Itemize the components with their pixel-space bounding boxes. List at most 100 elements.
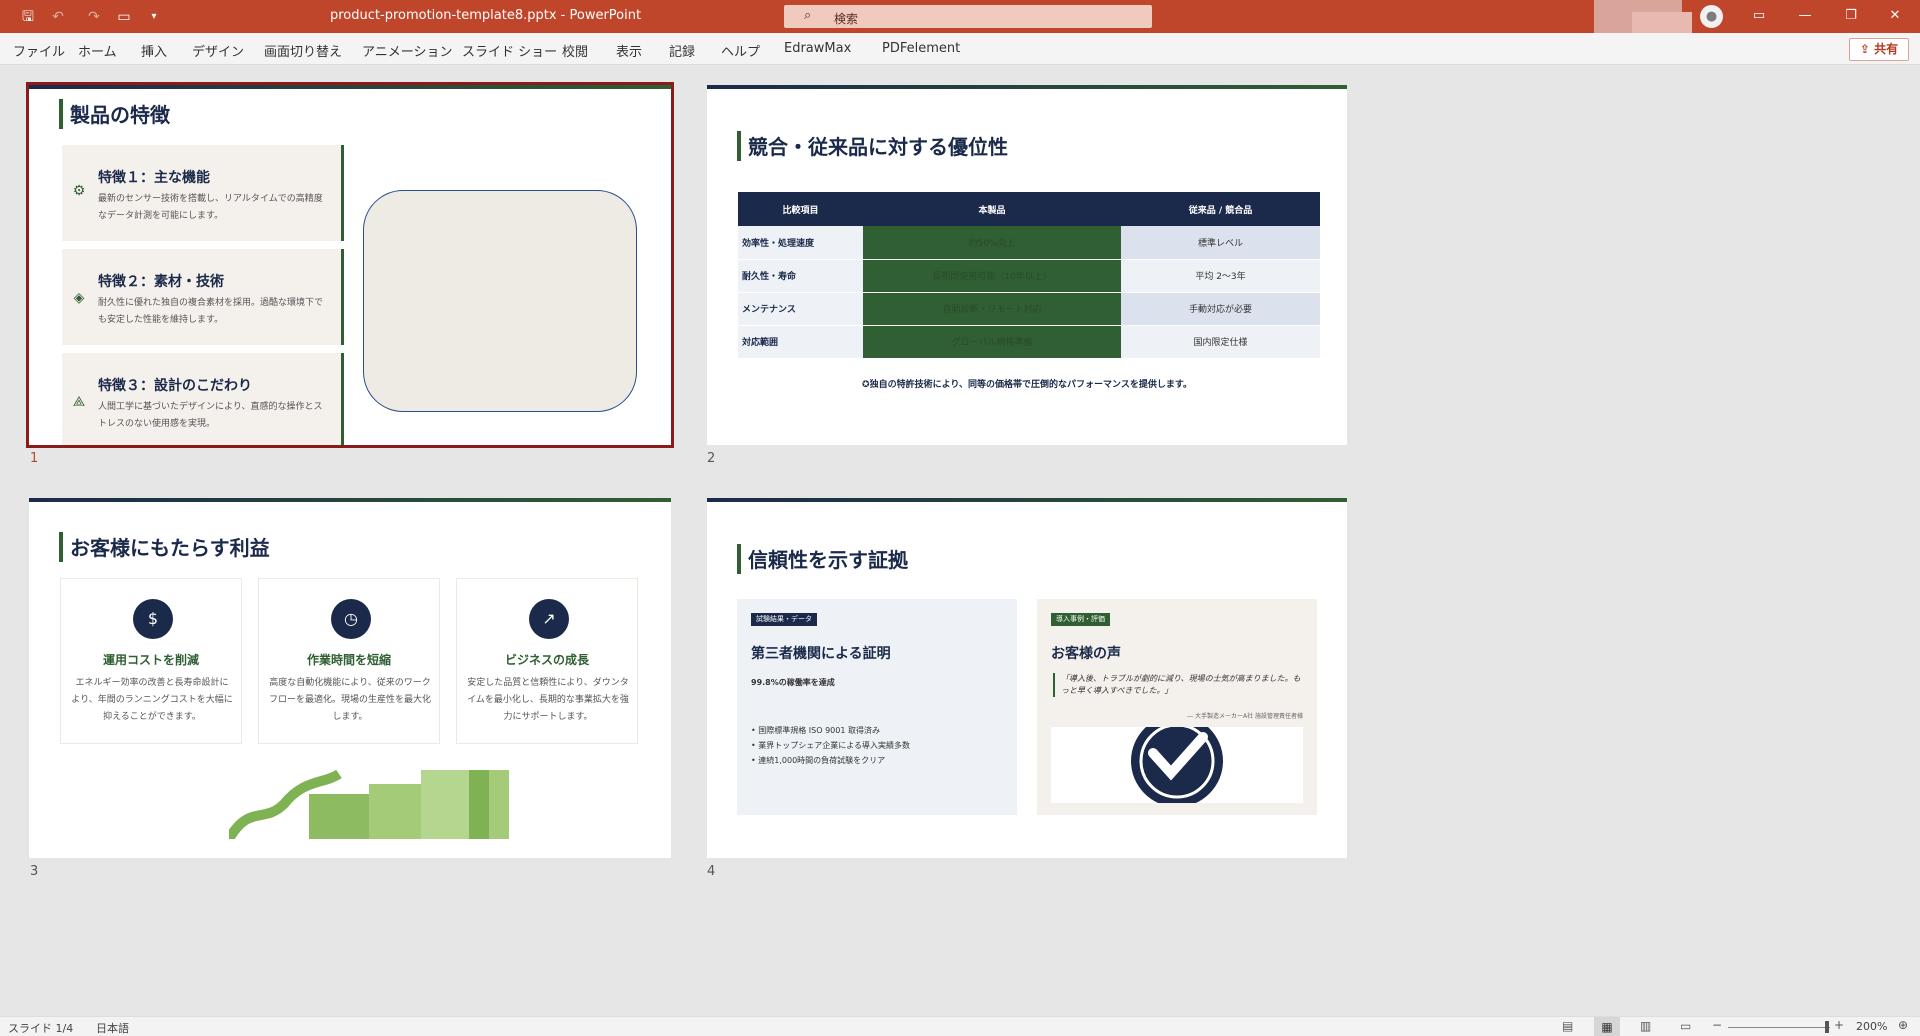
slide-thumbnail-2[interactable]: 競合・従来品に対する優位性 比較項目 本製品 従来品 / 競合品 効率性・処理速… xyxy=(707,85,1347,445)
menu-edrawmax[interactable]: EdrawMax xyxy=(784,41,851,56)
growth-graphic xyxy=(229,769,509,839)
status-bar: スライド 1/4 日本語 ▤ ▦ ▥ ▭ − + 200% ⊕ xyxy=(0,1016,1920,1036)
benefit-title: 作業時間を短縮 xyxy=(306,653,391,667)
slide-thumbnail-4[interactable]: 信頼性を示す証拠 試験結果・データ 第三者機関による証明 99.8%の稼働率を達… xyxy=(707,498,1347,858)
zoom-slider-thumb[interactable] xyxy=(1825,1021,1829,1033)
menu-slideshow[interactable]: スライド ショー xyxy=(462,41,557,60)
slide-top-line xyxy=(707,85,1347,89)
customize-toolbar-icon[interactable]: ▾ xyxy=(144,7,164,27)
zoom-level[interactable]: 200% xyxy=(1856,1020,1887,1033)
menu-pdfelement[interactable]: PDFelement xyxy=(882,41,960,56)
customer-quote: 「導入後、トラブルが劇的に減り、現場の士気が高まりました。もっと早く導入すべきで… xyxy=(1053,673,1303,697)
restore-icon[interactable]: ❐ xyxy=(1840,5,1862,27)
table-cell: 対応範囲 xyxy=(738,325,863,359)
slideshow-view-icon[interactable]: ▭ xyxy=(1680,1019,1691,1033)
table-header: 比較項目 xyxy=(738,192,863,226)
evidence-title: お客様の声 xyxy=(1051,646,1121,662)
bar-4 xyxy=(469,770,489,839)
slide-number-4: 4 xyxy=(707,864,716,879)
table-cell: メンテナンス xyxy=(738,292,863,326)
search-box[interactable]: ⌕ 検索 xyxy=(784,5,1152,28)
evidence-title: 第三者機関による証明 xyxy=(751,646,891,662)
slide-thumbnail-3[interactable]: お客様にもたらす利益 $ 運用コストを削減 エネルギー効率の改善と長寿命設計によ… xyxy=(29,498,671,858)
zoom-slider[interactable] xyxy=(1728,1027,1830,1028)
table-row: 効率性・処理速度 約50%向上 標準レベル xyxy=(738,226,1320,260)
table-row: メンテナンス 自動診断・リモート対応 手動対応が必要 xyxy=(738,292,1320,326)
document-title: product-promotion-template8.pptx - Power… xyxy=(330,8,642,23)
chart-line-icon: ↗ xyxy=(529,599,569,639)
menu-insert[interactable]: 挿入 xyxy=(141,41,167,60)
table-cell: 手動対応が必要 xyxy=(1121,292,1320,326)
bullet-text: 国際標準規格 ISO 9001 取得済み xyxy=(758,726,880,735)
evidence-stat: 99.8%の稼働率を達成 xyxy=(751,678,835,687)
evidence-bullet: • 連続1,000時間の負荷試験をクリア xyxy=(751,756,886,765)
benefit-desc: 安定した品質と信頼性により、ダウンタイムを最小化し、長期的な事業拡大を強力にサポ… xyxy=(467,678,629,722)
save-icon[interactable]: 🖫 xyxy=(18,7,38,27)
slide-heading: お客様にもたらす利益 xyxy=(70,536,270,560)
slide-number-1: 1 xyxy=(30,451,39,466)
menu-design[interactable]: デザイン xyxy=(192,41,244,60)
zoom-out-icon[interactable]: − xyxy=(1712,1018,1722,1032)
title-bar: 🖫 ↶ ↷ ▭ ▾ product-promotion-template8.pp… xyxy=(0,0,1920,48)
undo-icon[interactable]: ↶ xyxy=(48,7,68,27)
menu-transitions[interactable]: 画面切り替え xyxy=(264,41,342,60)
zoom-in-icon[interactable]: + xyxy=(1834,1018,1844,1032)
normal-view-icon[interactable]: ▤ xyxy=(1562,1019,1573,1033)
table-cell: 自動診断・リモート対応 xyxy=(863,292,1121,326)
bar-5 xyxy=(489,770,509,839)
menu-home[interactable]: ホーム xyxy=(78,41,117,60)
minimize-icon[interactable]: — xyxy=(1794,5,1816,27)
table-cell: 耐久性・寿命 xyxy=(738,259,863,293)
evidence-card-data: 試験結果・データ 第三者機関による証明 99.8%の稼働率を達成 • 国際標準規… xyxy=(737,599,1017,815)
money-bag-icon: $ xyxy=(133,599,173,639)
menu-file[interactable]: ファイル xyxy=(13,41,65,60)
slide-number-3: 3 xyxy=(30,864,39,879)
slide-heading: 信頼性を示す証拠 xyxy=(748,548,908,572)
menu-view[interactable]: 表示 xyxy=(616,41,642,60)
close-icon[interactable]: ✕ xyxy=(1884,5,1906,27)
evidence-bullet: • 国際標準規格 ISO 9001 取得済み xyxy=(751,726,880,735)
menu-animations[interactable]: アニメーション xyxy=(362,41,452,60)
table-cell: グローバル規格準拠 xyxy=(863,325,1121,359)
table-cell: 長期間使用可能（10年以上） xyxy=(863,259,1121,293)
comparison-note-text: 独自の特許技術により、同等の価格帯で圧倒的なパフォーマンスを提供します。 xyxy=(869,380,1192,390)
table-row: 対応範囲 グローバル規格準拠 国内限定仕様 xyxy=(738,325,1320,359)
bar-3 xyxy=(421,770,469,839)
selected-slide-border xyxy=(26,82,674,448)
table-cell: 効率性・処理速度 xyxy=(738,226,863,260)
slide-top-line xyxy=(707,498,1347,502)
reading-view-icon[interactable]: ▥ xyxy=(1640,1019,1651,1033)
bullet-text: 連続1,000時間の負荷試験をクリア xyxy=(758,756,886,765)
menu-record[interactable]: 記録 xyxy=(669,41,695,60)
benefit-desc: 高度な自動化機能により、従来のワークフローを最適化。現場の生産性を最大化します。 xyxy=(269,678,432,722)
benefit-title: ビジネスの成長 xyxy=(504,653,589,667)
fit-to-window-icon[interactable]: ⊕ xyxy=(1898,1018,1908,1032)
comparison-table: 比較項目 本製品 従来品 / 競合品 効率性・処理速度 約50%向上 標準レベル… xyxy=(738,192,1320,359)
menu-help[interactable]: ヘルプ xyxy=(721,41,760,60)
evidence-tag: 試験結果・データ xyxy=(751,613,817,626)
table-cell: 国内限定仕様 xyxy=(1121,325,1320,359)
slide-top-line xyxy=(29,498,671,502)
evidence-bullet: • 業界トップシェア企業による導入実績多数 xyxy=(751,741,911,750)
slide-counter: スライド 1/4 xyxy=(8,1022,74,1035)
menu-bar: ファイル ホーム 挿入 デザイン 画面切り替え アニメーション スライド ショー… xyxy=(0,33,1920,65)
table-cell: 標準レベル xyxy=(1121,226,1320,260)
slide-heading: 競合・従来品に対する優位性 xyxy=(748,135,1008,159)
language-indicator[interactable]: 日本語 xyxy=(96,1020,129,1036)
account-avatar-icon[interactable]: ● xyxy=(1700,5,1723,28)
menu-review[interactable]: 校閲 xyxy=(562,41,588,60)
slide-sorter-view-icon[interactable]: ▦ xyxy=(1594,1017,1620,1036)
slide-number-2: 2 xyxy=(707,451,716,466)
benefit-card-3: ↗ ビジネスの成長 安定した品質と信頼性により、ダウンタイムを最小化し、長期的な… xyxy=(456,578,638,744)
table-header: 従来品 / 競合品 xyxy=(1121,192,1320,226)
badge-check-icon xyxy=(1131,727,1223,803)
award-icon: ✪ xyxy=(862,380,870,390)
bar-2 xyxy=(369,784,421,839)
redo-icon[interactable]: ↷ xyxy=(84,7,104,27)
evidence-card-voice: 導入事例・評価 お客様の声 「導入後、トラブルが劇的に減り、現場の士気が高まりま… xyxy=(1037,599,1317,815)
certification-badge-image xyxy=(1051,727,1303,803)
quote-attribution: ― 大手製造メーカーA社 施設管理責任者様 xyxy=(1187,713,1303,720)
start-from-beginning-icon[interactable]: ▭ xyxy=(114,7,134,27)
ribbon-display-options-icon[interactable]: ▭ xyxy=(1748,5,1770,27)
share-button[interactable]: ⇪ 共有 xyxy=(1849,38,1909,61)
